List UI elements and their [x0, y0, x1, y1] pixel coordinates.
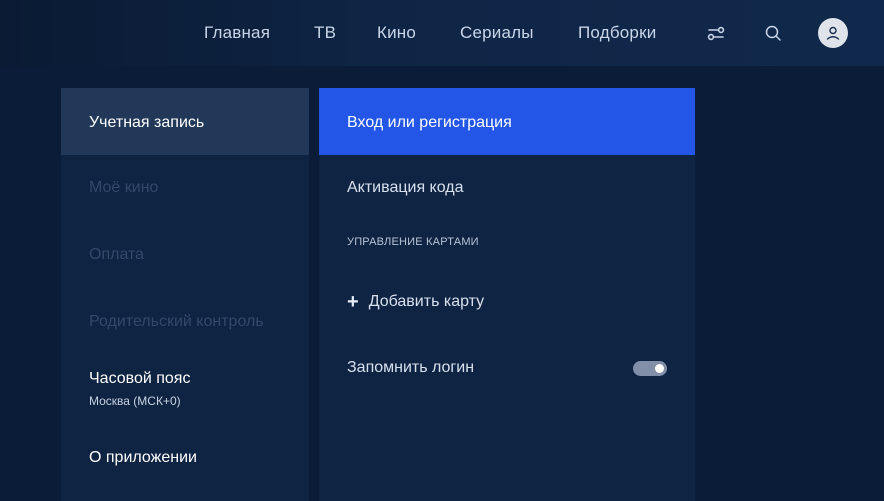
timezone-value: Москва (МСК+0): [89, 394, 181, 408]
account-panel: Вход или регистрация Активация кода УПРА…: [319, 88, 695, 501]
section-header-label: УПРАВЛЕНИЕ КАРТАМИ: [347, 236, 479, 248]
search-icon[interactable]: [762, 22, 784, 44]
nav-tv[interactable]: ТВ: [314, 23, 336, 43]
activate-code-label: Активация кода: [347, 179, 464, 196]
activate-code-button[interactable]: Активация кода: [319, 179, 695, 197]
add-card-button[interactable]: + Добавить карту: [319, 291, 695, 314]
login-register-label: Вход или регистрация: [347, 114, 512, 131]
menu-item-label: Моё кино: [89, 179, 159, 196]
login-register-button[interactable]: Вход или регистрация: [319, 88, 695, 155]
profile-avatar-icon[interactable]: [818, 18, 848, 48]
menu-item-payment[interactable]: Оплата: [61, 246, 309, 264]
filters-icon[interactable]: [705, 22, 727, 44]
plus-icon: +: [347, 291, 359, 313]
menu-item-parental-control[interactable]: Родительский контроль: [61, 313, 309, 331]
menu-item-about[interactable]: О приложении: [61, 449, 309, 467]
nav-series[interactable]: Сериалы: [460, 23, 534, 43]
menu-item-label: Часовой пояс: [89, 370, 191, 387]
menu-item-label: Оплата: [89, 246, 145, 263]
nav-collections[interactable]: Подборки: [578, 23, 656, 43]
menu-item-label: Родительский контроль: [89, 313, 264, 330]
settings-screen: Главная ТВ Кино Сериалы Подборки Учетная…: [0, 0, 884, 501]
toggle-knob: [655, 364, 664, 373]
cards-section-header: УПРАВЛЕНИЕ КАРТАМИ: [319, 236, 695, 248]
nav-home[interactable]: Главная: [204, 23, 270, 43]
menu-item-my-movies[interactable]: Моё кино: [61, 179, 309, 197]
remember-login-toggle[interactable]: [633, 361, 667, 376]
menu-item-label: Учетная запись: [89, 114, 205, 131]
settings-menu: Учетная запись Моё кино Оплата Родительс…: [61, 88, 309, 501]
top-nav: Главная ТВ Кино Сериалы Подборки: [0, 0, 884, 66]
nav-movies[interactable]: Кино: [377, 23, 416, 43]
menu-item-account[interactable]: Учетная запись: [61, 88, 309, 155]
add-card-label: Добавить карту: [368, 293, 485, 310]
menu-item-timezone[interactable]: Часовой пояс Москва (МСК+0): [61, 370, 309, 408]
menu-item-label: О приложении: [89, 449, 197, 466]
